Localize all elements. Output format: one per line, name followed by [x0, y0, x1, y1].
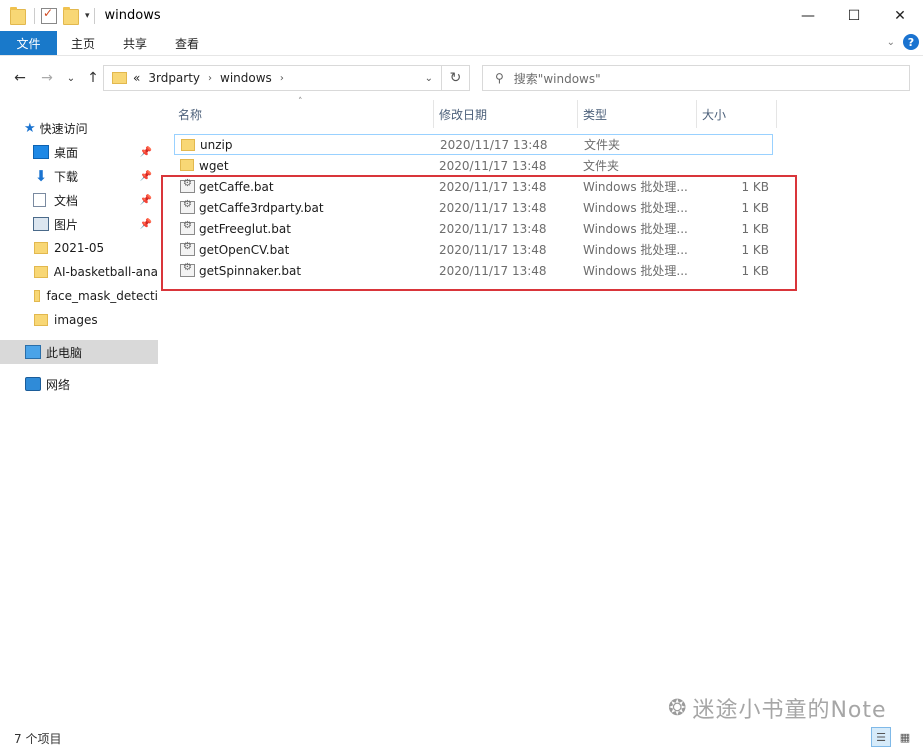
folder-icon: [34, 242, 48, 254]
file-row-unzip[interactable]: unzip 2020/11/17 13:48 文件夹: [174, 134, 773, 155]
pin-icon: 📌: [139, 146, 152, 158]
tab-view[interactable]: 查看: [161, 31, 213, 55]
customize-toolbar-chevron-icon[interactable]: ▾: [85, 11, 90, 21]
column-header-date[interactable]: 修改日期: [433, 100, 577, 128]
window-title: windows: [104, 8, 161, 23]
sidebar-item-label: 下载: [54, 169, 79, 184]
sidebar-item-label: AI-basketball-ana: [53, 265, 158, 279]
file-name: unzip: [200, 137, 233, 152]
sidebar-item-label: 图片: [54, 217, 79, 232]
folder-icon: [34, 314, 48, 326]
column-divider[interactable]: [776, 100, 777, 128]
properties-icon[interactable]: [41, 6, 57, 24]
sidebar-item-face-mask[interactable]: face_mask_detecti: [0, 284, 158, 308]
sidebar-item-documents[interactable]: 文档 📌: [0, 188, 158, 212]
pin-icon: 📌: [139, 170, 152, 182]
up-button[interactable]: ↑: [82, 67, 104, 89]
ribbon-tabs: 文件 主页 共享 查看 ⌄ ?: [0, 31, 923, 56]
expand-ribbon-chevron-icon[interactable]: ⌄: [887, 37, 895, 48]
sidebar-item-label: 桌面: [54, 145, 79, 160]
download-icon: ⬇: [34, 167, 48, 185]
tab-share[interactable]: 共享: [109, 31, 161, 55]
maximize-button[interactable]: ☐: [831, 0, 877, 31]
divider: [34, 7, 35, 24]
search-icon: ⚲: [495, 71, 504, 85]
sidebar-item-2021-05[interactable]: 2021-05: [0, 236, 158, 260]
search-placeholder: 搜索"windows": [513, 71, 601, 86]
search-input[interactable]: ⚲ 搜索"windows": [482, 65, 910, 91]
details-view-button[interactable]: ☰: [871, 727, 891, 747]
file-name: wget: [199, 158, 229, 173]
sidebar-item-downloads[interactable]: ⬇ 下载 📌: [0, 164, 158, 188]
watermark-text: 迷途小书童的Note: [692, 698, 887, 723]
folder-icon: [180, 159, 194, 171]
file-type: 文件夹: [584, 138, 621, 152]
picture-icon: [33, 217, 49, 231]
sidebar-item-label: 文档: [54, 193, 79, 208]
new-folder-icon[interactable]: [63, 7, 79, 25]
file-date: 2020/11/17 13:48: [440, 137, 548, 152]
computer-icon: [25, 345, 41, 359]
sidebar-item-pictures[interactable]: 图片 📌: [0, 212, 158, 236]
file-type: 文件夹: [583, 159, 620, 173]
sidebar-item-label: face_mask_detecti: [46, 289, 158, 303]
minimize-button[interactable]: —: [785, 0, 831, 31]
file-row-wget[interactable]: wget 2020/11/17 13:48 文件夹: [174, 155, 773, 176]
chevron-right-icon[interactable]: ›: [208, 73, 212, 84]
pin-icon: 📌: [139, 194, 152, 206]
sidebar-item-this-pc[interactable]: 此电脑: [0, 340, 158, 364]
sidebar-item-images[interactable]: images: [0, 308, 158, 332]
navigation-bar: ← → ⌄ ↑ « 3rdparty › windows › ⌄ ↻ ⚲ 搜索"…: [0, 56, 923, 100]
folder-icon: [34, 266, 48, 278]
title-bar: ▾ windows — ☐ ✕: [0, 0, 923, 31]
item-count: 7 个项目: [14, 731, 62, 746]
document-icon: [33, 193, 46, 207]
status-bar: 7 个项目 ☰ ▦: [0, 726, 923, 750]
sidebar-item-network[interactable]: 网络: [0, 372, 158, 396]
back-button[interactable]: ←: [9, 67, 31, 89]
chevron-down-icon[interactable]: ⌄: [425, 73, 433, 84]
desktop-icon: [33, 145, 49, 159]
annotation-highlight-box: [161, 175, 797, 291]
breadcrumb-3rdparty[interactable]: 3rdparty: [148, 71, 200, 85]
sidebar-item-label: 2021-05: [54, 241, 105, 255]
folder-icon[interactable]: [10, 7, 26, 25]
wechat-logo-icon: ❂: [668, 695, 687, 721]
pin-icon: 📌: [139, 218, 152, 230]
navigation-pane: ★ 快速访问 桌面 📌 ⬇ 下载 📌 文档 📌 图片 📌 2021-05 AI-…: [0, 100, 158, 720]
chevron-right-icon[interactable]: ›: [280, 73, 284, 84]
sidebar-item-quick-access[interactable]: ★ 快速访问: [0, 116, 158, 140]
folder-icon: [34, 290, 41, 302]
forward-button[interactable]: →: [36, 67, 58, 89]
sidebar-item-label: 网络: [46, 377, 71, 392]
folder-icon: [112, 72, 127, 84]
breadcrumb-windows[interactable]: windows: [220, 71, 272, 85]
tab-home[interactable]: 主页: [57, 31, 109, 55]
divider: [93, 7, 95, 24]
close-button[interactable]: ✕: [877, 0, 923, 31]
quick-access-toolbar: ▾ windows: [0, 0, 161, 31]
sidebar-item-label: 此电脑: [46, 345, 83, 360]
sidebar-item-label: images: [54, 313, 98, 327]
sidebar-item-label: 快速访问: [39, 121, 88, 136]
star-icon: ★: [24, 120, 36, 136]
folder-icon: [181, 139, 195, 151]
sidebar-item-desktop[interactable]: 桌面 📌: [0, 140, 158, 164]
tab-file[interactable]: 文件: [0, 31, 57, 55]
column-header-size[interactable]: 大小: [696, 100, 776, 128]
address-bar[interactable]: « 3rdparty › windows › ⌄: [103, 65, 442, 91]
recent-locations-button[interactable]: ⌄: [60, 67, 82, 89]
column-header-name[interactable]: 名称: [172, 100, 433, 128]
column-header-type[interactable]: 类型: [577, 100, 696, 128]
file-date: 2020/11/17 13:48: [439, 158, 547, 173]
sidebar-item-ai-basketball[interactable]: AI-basketball-ana: [0, 260, 158, 284]
watermark: ❂ 迷途小书童的Note: [668, 692, 887, 724]
breadcrumb-overflow[interactable]: «: [133, 71, 140, 85]
large-icons-view-button[interactable]: ▦: [895, 727, 915, 747]
network-icon: [25, 377, 41, 391]
help-icon[interactable]: ?: [903, 34, 919, 50]
refresh-button[interactable]: ↻: [442, 65, 470, 91]
